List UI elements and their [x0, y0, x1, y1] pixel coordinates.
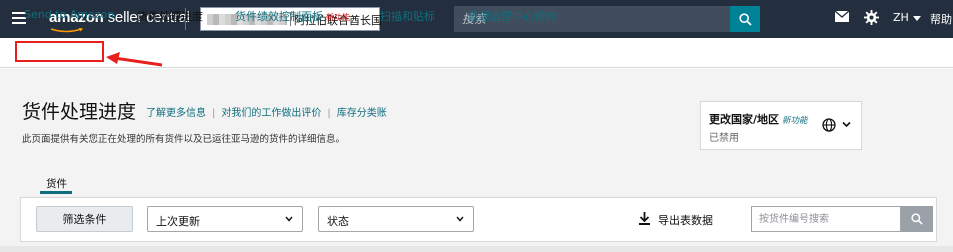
- region-new-badge: 新功能: [782, 116, 808, 126]
- status-select[interactable]: 状态: [318, 206, 474, 232]
- learn-more-link[interactable]: 了解更多信息: [146, 108, 206, 119]
- export-table-link[interactable]: 导出表数据: [658, 212, 713, 228]
- region-status: 已禁用: [709, 133, 739, 144]
- title-links: 了解更多信息 | 对我们的工作做出评价 | 库存分类账: [146, 104, 387, 119]
- link-separator: |: [327, 108, 331, 119]
- sort-select[interactable]: 上次更新: [147, 206, 303, 232]
- sort-select-value: 上次更新: [156, 215, 200, 228]
- search-icon: [911, 213, 923, 225]
- region-switcher-card[interactable]: 更改国家/地区 新功能 已禁用: [700, 101, 862, 150]
- nav-send-to-amazon[interactable]: Send to Amazon: [24, 8, 114, 21]
- chevron-down-icon: [456, 216, 464, 222]
- region-title-label: 更改国家/地区: [709, 113, 780, 126]
- active-tab-indicator: [40, 191, 72, 194]
- page-description: 此页面提供有关您正在处理的所有货件以及已运往亚马逊的货件的详细信息。: [22, 134, 346, 145]
- globe-icon[interactable]: [822, 118, 836, 132]
- nav-fc-appointments[interactable]: 管理运营中心预约: [468, 8, 556, 24]
- global-search-button[interactable]: [730, 6, 760, 32]
- nav-shipment-performance[interactable]: 货件绩效控制面板 新功能: [235, 8, 350, 24]
- gear-icon[interactable]: [864, 10, 879, 25]
- nav-shipment-progress[interactable]: 货件处理进度: [137, 8, 203, 24]
- inventory-ledger-link[interactable]: 库存分类账: [337, 108, 387, 119]
- status-select-value: 状态: [327, 215, 349, 228]
- chevron-down-icon[interactable]: [842, 121, 851, 128]
- page-title: 货件处理进度: [22, 101, 137, 123]
- download-icon[interactable]: [639, 212, 650, 225]
- help-link[interactable]: 帮助: [930, 11, 952, 27]
- nav-scan-and-label[interactable]: 扫描和贴标: [380, 8, 435, 24]
- language-label: ZH: [893, 11, 909, 24]
- region-title: 更改国家/地区 新功能: [709, 111, 808, 127]
- nav-shipment-performance-label: 货件绩效控制面板: [235, 10, 323, 23]
- rate-our-work-link[interactable]: 对我们的工作做出评价: [221, 108, 321, 119]
- language-selector[interactable]: ZH: [893, 11, 921, 24]
- new-badge: 新功能: [326, 13, 350, 22]
- link-separator: |: [212, 108, 216, 119]
- filter-button[interactable]: 筛选条件: [36, 206, 133, 232]
- table-header-strip: [0, 246, 953, 252]
- logo-smile-icon: [50, 28, 84, 33]
- red-arrow-annotation: [106, 52, 163, 67]
- tab-shipments[interactable]: 货件: [46, 176, 67, 191]
- shipment-search-button[interactable]: [901, 206, 933, 232]
- caret-down-icon: [912, 15, 921, 21]
- highlight-box: [15, 41, 104, 62]
- mail-icon[interactable]: [835, 11, 849, 22]
- search-icon: [738, 12, 752, 26]
- chevron-down-icon: [285, 216, 293, 222]
- shipment-id-search-input[interactable]: [751, 206, 901, 232]
